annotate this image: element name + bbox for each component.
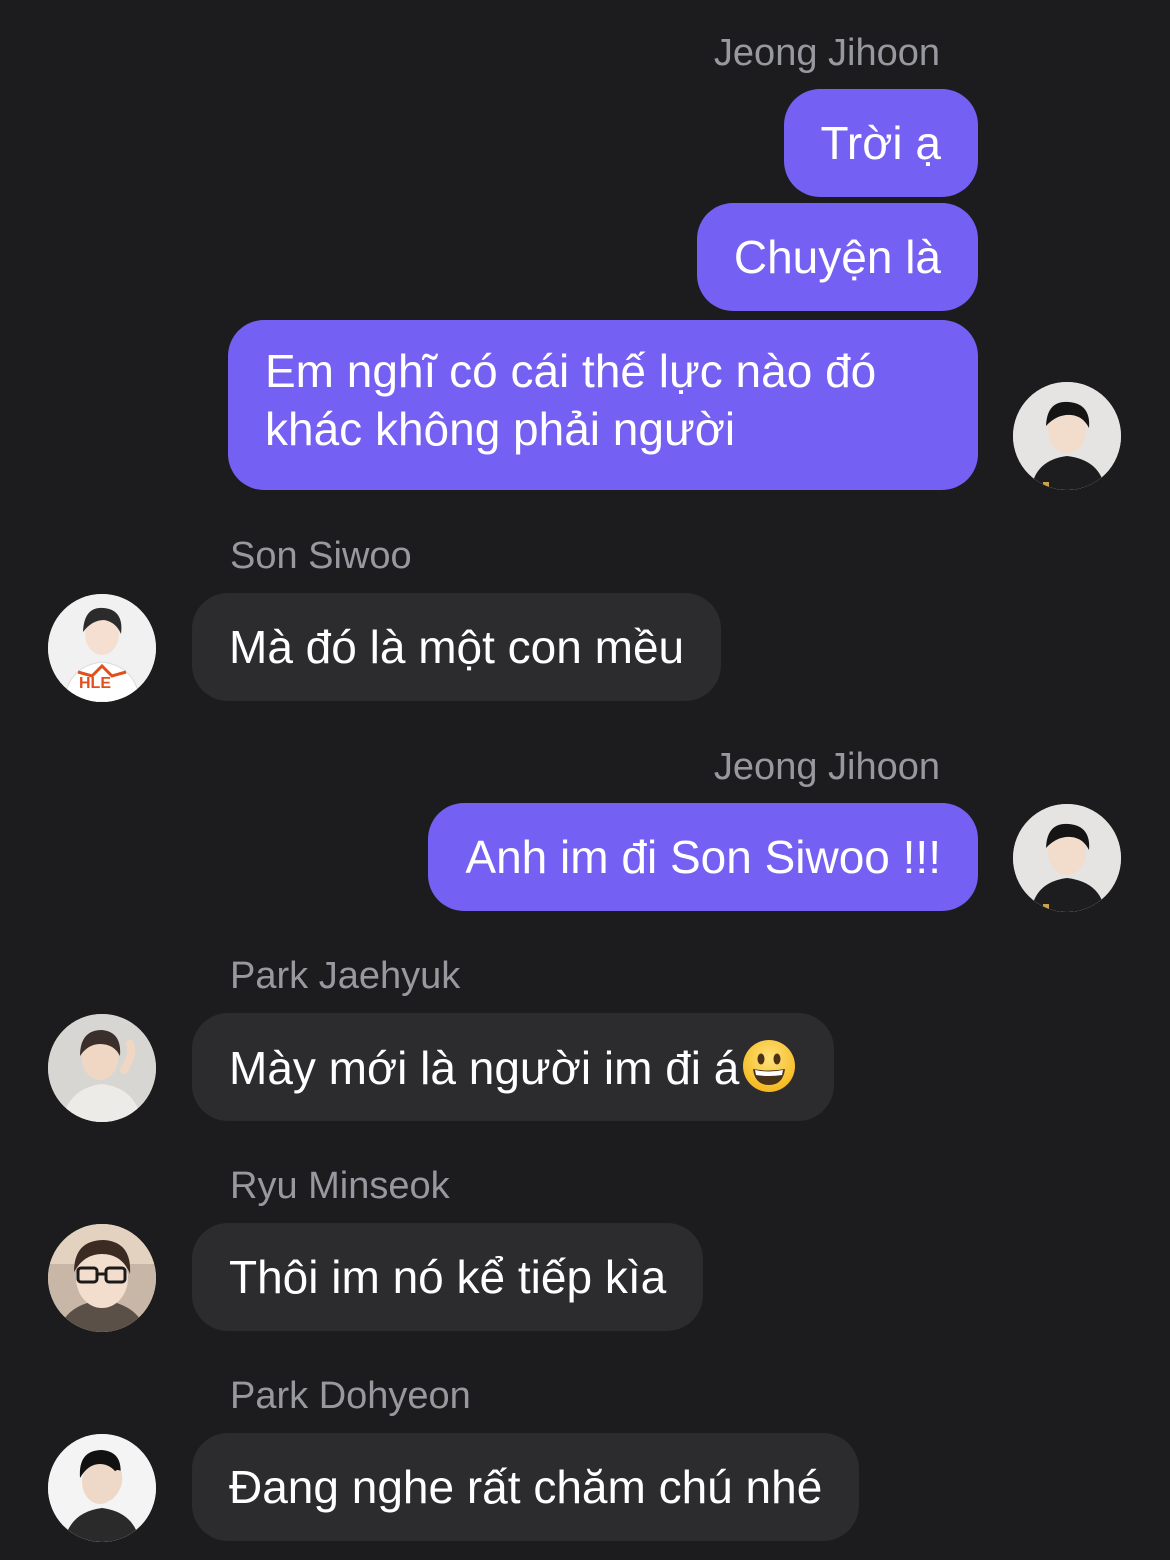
message-text: Mày mới là người im đi á <box>229 1042 740 1094</box>
avatar[interactable] <box>48 1224 156 1332</box>
avatar-photo: HLE <box>48 594 156 702</box>
avatar-photo <box>48 1434 156 1542</box>
message-bubble-incoming[interactable]: Mà đó là một con mều <box>192 593 722 701</box>
avatar[interactable] <box>48 1434 156 1542</box>
sender-name: Son Siwoo <box>230 535 412 577</box>
avatar-photo <box>1013 804 1121 912</box>
sender-name: Park Jaehyuk <box>230 955 461 997</box>
message-bubble-incoming[interactable]: Thôi im nó kể tiếp kìa <box>192 1223 704 1331</box>
sender-name: Ryu Minseok <box>230 1165 450 1207</box>
avatar[interactable] <box>48 1014 156 1122</box>
sender-name: Jeong Jihoon <box>713 32 940 74</box>
message-text: Chuyện là <box>733 231 941 283</box>
avatar[interactable] <box>1013 804 1121 912</box>
grinning-face-emoji <box>741 1038 797 1094</box>
sender-name: Park Dohyeon <box>230 1375 471 1417</box>
message-bubble-incoming[interactable]: Đang nghe rất chăm chú nhé <box>192 1433 860 1541</box>
avatar[interactable] <box>1013 382 1121 490</box>
message-text: Em nghĩ có cái thế lực nào đó khác không… <box>265 345 877 455</box>
avatar[interactable]: HLE <box>48 594 156 702</box>
jersey-logo-text: HLE <box>79 675 111 692</box>
sender-name: Jeong Jihoon <box>713 746 940 788</box>
message-text: Mà đó là một con mều <box>229 621 685 673</box>
message-bubble-outgoing[interactable]: Chuyện là <box>696 203 978 311</box>
message-text: Đang nghe rất chăm chú nhé <box>229 1461 823 1513</box>
avatar-photo <box>48 1014 156 1122</box>
message-text: Thôi im nó kể tiếp kìa <box>229 1251 667 1303</box>
message-bubble-outgoing[interactable]: Anh im đi Son Siwoo !!! <box>428 803 978 911</box>
avatar-photo <box>48 1224 156 1332</box>
message-text: Anh im đi Son Siwoo !!! <box>465 831 941 883</box>
message-text: Trời ạ <box>820 117 941 169</box>
message-bubble-outgoing[interactable]: Trời ạ <box>783 89 978 197</box>
avatar-photo <box>1013 382 1121 490</box>
message-bubble-incoming[interactable]: Mày mới là người im đi á <box>192 1013 835 1121</box>
message-bubble-outgoing[interactable]: Em nghĩ có cái thế lực nào đó khác không… <box>228 320 978 490</box>
